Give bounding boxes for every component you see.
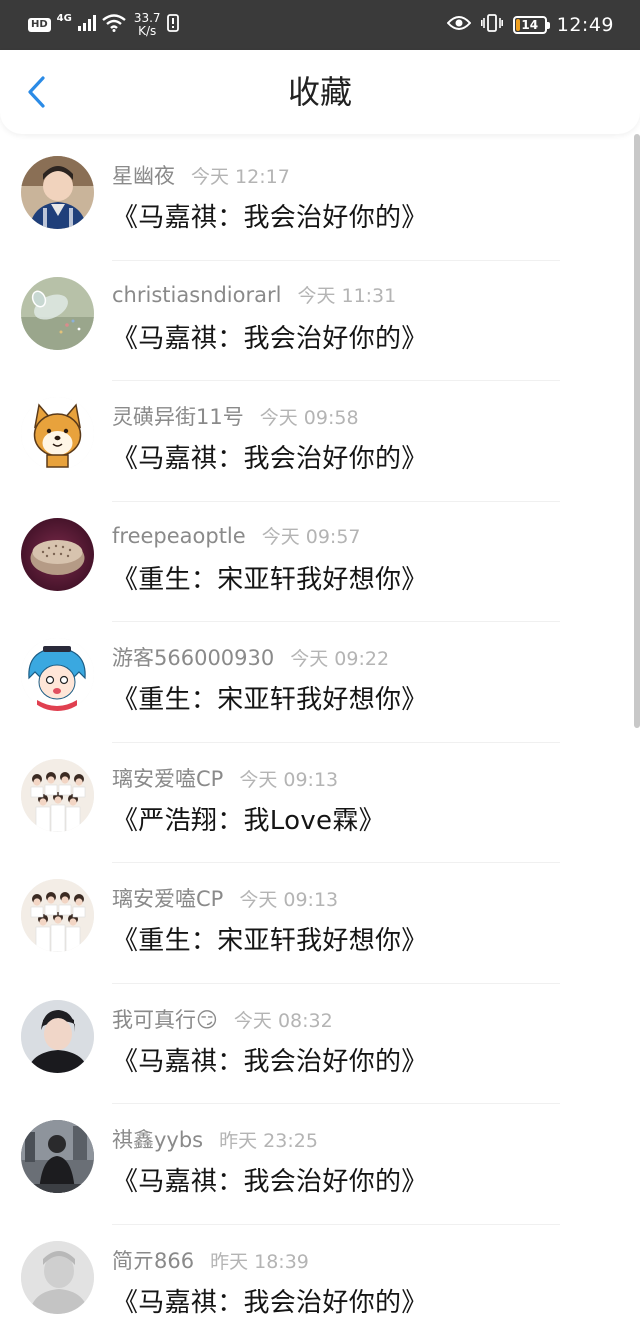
eye-comfort-icon [446,15,472,35]
item-meta: 璃安爱嗑CP 今天 09:13 [112,763,338,793]
hd-badge: HD [28,18,51,32]
favorites-list: 星幽夜 今天 12:17 《马嘉祺：我会治好你的》 christiasndior… [0,140,640,1330]
username[interactable]: 游客566000930 [112,642,274,672]
favorite-list-item[interactable]: 游客566000930 今天 09:22 《重生：宋亚轩我好想你》 [0,622,640,743]
story-title[interactable]: 《马嘉祺：我会治好你的》 [112,1161,428,1198]
story-title[interactable]: 《重生：宋亚轩我好想你》 [112,679,428,716]
story-title[interactable]: 《马嘉祺：我会治好你的》 [112,197,428,234]
status-left: HD 4G 33.7 K/s [28,0,179,50]
username[interactable]: 祺鑫yybs [112,1124,203,1154]
item-meta: christiasndiorarl 今天 11:31 [112,281,396,308]
item-meta: 星幽夜 今天 12:17 [112,160,290,190]
avatar[interactable] [21,397,94,470]
username[interactable]: christiasndiorarl [112,283,281,307]
username[interactable]: freepeaoptle [112,524,246,548]
timestamp: 今天 09:13 [239,889,339,911]
story-title[interactable]: 《重生：宋亚轩我好想你》 [112,920,428,957]
status-clock: 12:49 [556,14,614,36]
username[interactable]: 璃安爱嗑CP [112,763,223,793]
avatar[interactable] [21,517,94,591]
vibrate-icon [480,14,503,36]
avatar[interactable] [21,1120,94,1193]
timestamp: 今天 09:58 [259,407,359,429]
favorite-list-item[interactable]: 祺鑫yybs 昨天 23:25 《马嘉祺：我会治好你的》 [0,1104,640,1225]
avatar[interactable] [21,156,94,229]
item-meta: 灵磺异街11号 今天 09:58 [112,401,359,431]
avatar[interactable] [21,638,94,711]
favorite-list-item[interactable]: 简亓866 昨天 18:39 《马嘉祺：我会治好你的》 [0,1225,640,1330]
network-speed: 33.7 K/s [134,12,161,38]
item-meta: 游客566000930 今天 09:22 [112,642,389,672]
avatar[interactable] [21,879,94,952]
username[interactable]: 我可真行😏 [112,1004,218,1034]
status-right: 14 12:49 [446,0,614,50]
avatar[interactable] [21,1240,94,1314]
story-title[interactable]: 《马嘉祺：我会治好你的》 [112,318,428,355]
favorite-list-item[interactable]: 灵磺异街11号 今天 09:58 《马嘉祺：我会治好你的》 [0,381,640,502]
item-meta: freepeaoptle 今天 09:57 [112,522,361,549]
timestamp: 昨天 18:39 [210,1250,309,1273]
network-type: 4G [56,13,72,24]
favorite-list-item[interactable]: freepeaoptle 今天 09:57 《重生：宋亚轩我好想你》 [0,502,640,622]
favorite-list-item[interactable]: 璃安爱嗑CP 今天 09:13 《严浩翔：我Love霖》 [0,743,640,863]
avatar[interactable] [21,276,94,350]
item-meta: 简亓866 昨天 18:39 [112,1245,309,1275]
speed-unit: K/s [138,24,157,38]
timestamp: 今天 09:13 [239,768,339,791]
sim-alert-icon [166,14,179,36]
battery-icon: 14 [512,16,550,34]
favorite-list-item[interactable]: 我可真行😏 今天 08:32 《马嘉祺：我会治好你的》 [0,984,640,1104]
story-title[interactable]: 《马嘉祺：我会治好你的》 [112,1041,428,1078]
story-title[interactable]: 《马嘉祺：我会治好你的》 [112,1282,428,1319]
username[interactable]: 灵磺异街11号 [112,401,244,431]
scrollbar[interactable] [634,134,640,728]
story-title[interactable]: 《马嘉祺：我会治好你的》 [112,438,428,475]
page-title: 收藏 [287,73,352,111]
username[interactable]: 璃安爱嗑CP [112,883,223,913]
story-title[interactable]: 《严浩翔：我Love霖》 [112,800,385,837]
item-meta: 祺鑫yybs 昨天 23:25 [112,1124,318,1154]
timestamp: 今天 11:31 [297,284,397,307]
item-meta: 我可真行😏 今天 08:32 [112,1004,333,1034]
battery-fill [515,19,520,31]
story-title[interactable]: 《重生：宋亚轩我好想你》 [112,559,428,596]
username[interactable]: 星幽夜 [112,160,175,190]
timestamp: 今天 09:22 [290,648,390,670]
favorite-list-item[interactable]: 星幽夜 今天 12:17 《马嘉祺：我会治好你的》 [0,140,640,261]
timestamp: 今天 08:32 [233,1009,333,1032]
item-meta: 璃安爱嗑CP 今天 09:13 [112,883,338,913]
timestamp: 今天 09:57 [261,525,361,548]
timestamp: 昨天 23:25 [219,1130,318,1152]
app-header: 收藏 [0,50,640,134]
username[interactable]: 简亓866 [112,1245,194,1275]
avatar[interactable] [21,999,94,1073]
favorite-list-item[interactable]: 璃安爱嗑CP 今天 09:13 《重生：宋亚轩我好想你》 [0,863,640,984]
timestamp: 今天 12:17 [191,166,290,188]
avatar[interactable] [21,758,94,832]
status-bar: HD 4G 33.7 K/s 14 12:49 [0,0,640,50]
wifi-icon [102,14,126,36]
favorite-list-item[interactable]: christiasndiorarl 今天 11:31 《马嘉祺：我会治好你的》 [0,261,640,381]
battery-level: 14 [521,18,539,32]
signal-icon [77,15,96,35]
